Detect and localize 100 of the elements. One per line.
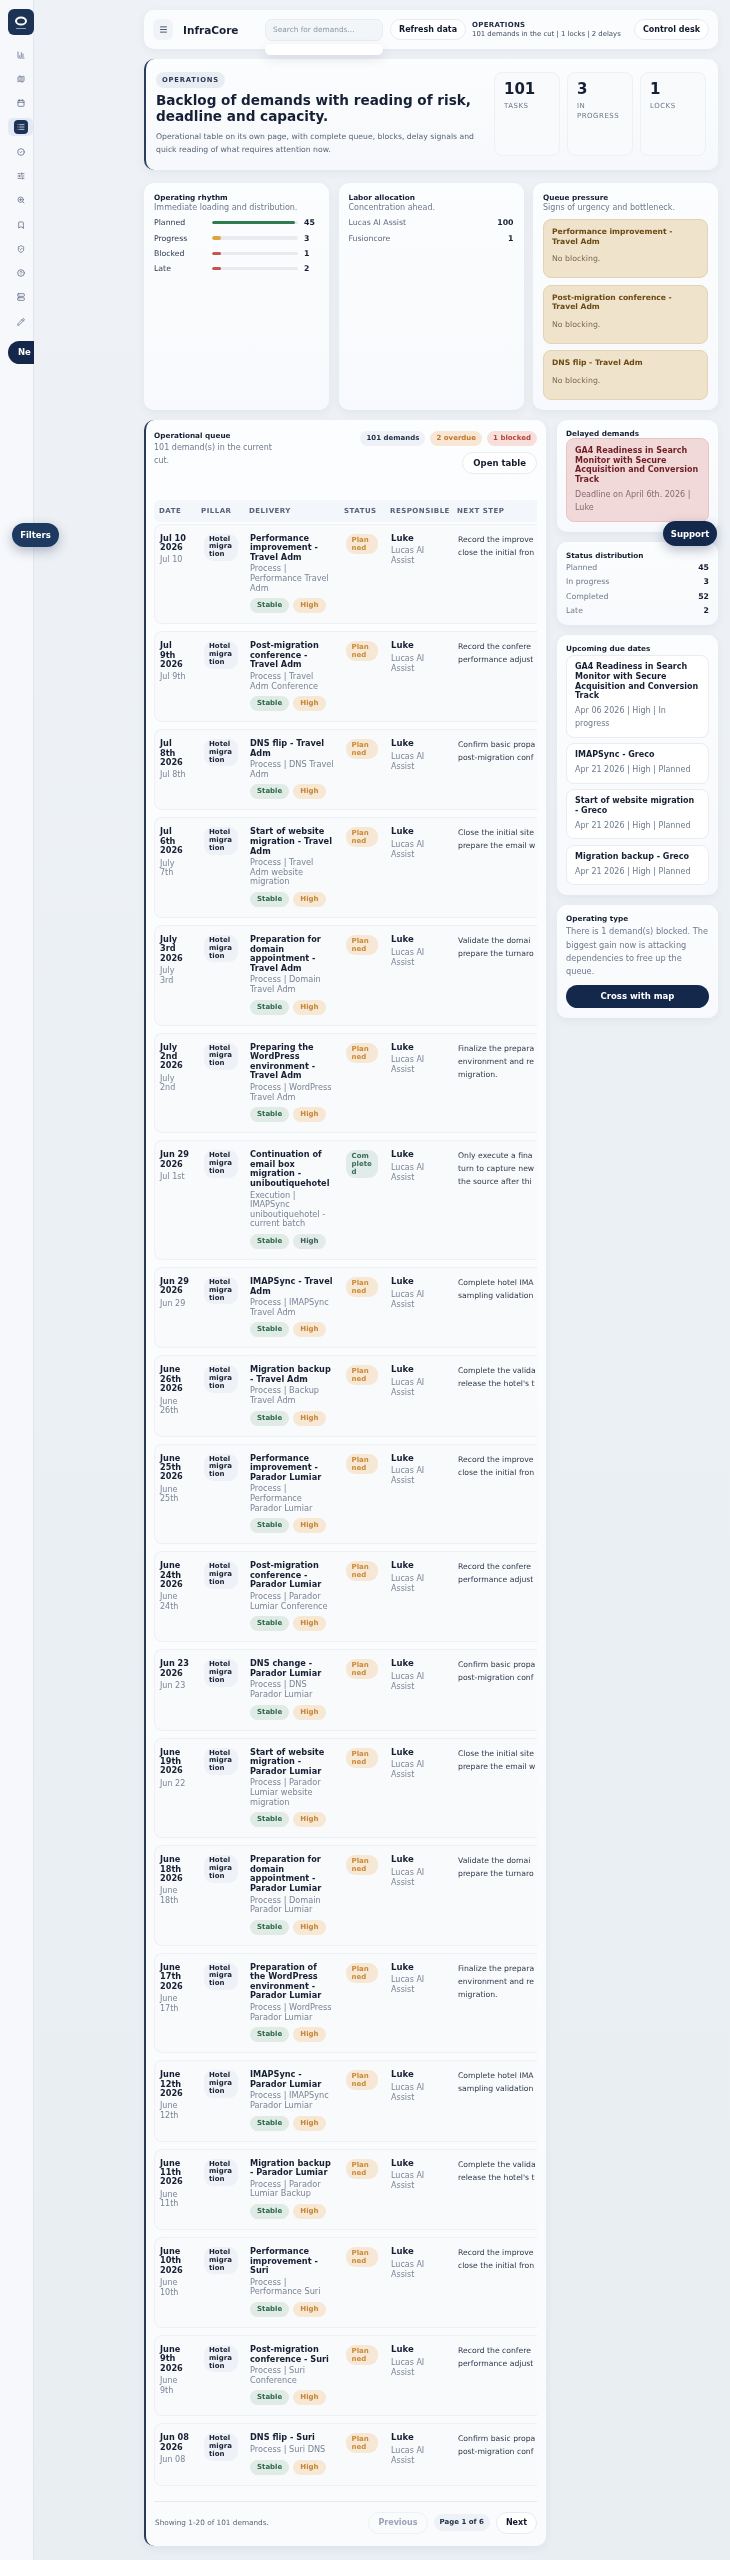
delayed-meta: Deadline on April 6th. 2026 | Luke xyxy=(575,488,692,515)
due-date: July 3rd 2026 xyxy=(160,935,184,964)
date-note: Jun 29 xyxy=(160,1298,186,1309)
pencil-icon xyxy=(16,317,25,326)
owner-name: Luke xyxy=(391,1659,414,1669)
team-name: Lucas AI Assist xyxy=(391,1867,426,1888)
due-title: Migration backup - Greco xyxy=(575,851,690,862)
due-date: June 12th 2026 xyxy=(160,2070,184,2099)
delivery-detail: Process | Domain Parador Lumiar xyxy=(250,1895,322,1915)
team-name: Lucas AI Assist xyxy=(391,1574,426,1594)
open-table-button[interactable]: Open table xyxy=(462,452,537,475)
filters-button[interactable]: Filters xyxy=(12,523,59,547)
new-button[interactable]: Ne xyxy=(8,340,34,364)
delivery-title: Migration backup - Travel Adm xyxy=(250,1365,332,1385)
owner-name: Luke xyxy=(391,1453,414,1464)
delivery-detail: Execution | IMAPSync uniboutiquehotel - current batch xyxy=(250,1190,327,1229)
delivery-title: Post-migration conference - Parador Lumiar xyxy=(250,1561,323,1590)
delivery-title: Start of website migration - Travel Adm xyxy=(250,827,333,857)
team-name: Lucas AI Assist xyxy=(391,2446,426,2466)
delivery-detail: Process | Travel Adm Conference xyxy=(250,671,320,692)
date-note: June 17th xyxy=(160,1993,180,2014)
map-icon xyxy=(16,74,25,83)
due-meta: Apr 21 2026 | High | Planned xyxy=(575,819,692,832)
due-date: Jun 29 2026 xyxy=(160,1150,190,1169)
support-button[interactable]: Support xyxy=(663,521,717,546)
next-button[interactable]: Next xyxy=(495,2511,537,2534)
team-name: Lucas AI Assist xyxy=(391,1055,426,1075)
team-name: Lucas AI Assist xyxy=(391,2357,426,2378)
stat-value: 101 xyxy=(504,81,537,98)
due-date: Jul 9th 2026 xyxy=(160,641,184,670)
delivery-title: Preparation of the WordPress environment - Parador Lumiar xyxy=(250,1962,323,2002)
refresh-button[interactable]: Refresh data xyxy=(390,19,467,40)
owner-name: Luke xyxy=(391,641,414,651)
owner-name: Luke xyxy=(391,1962,414,1973)
panel-subtitle: 101 demand(s) in the current cut. xyxy=(154,442,273,468)
delivery-title: Performance improvement - Travel Adm xyxy=(250,533,319,563)
owner-name: Luke xyxy=(391,739,414,749)
date-note: June 25th xyxy=(160,1484,180,1505)
team-name: Lucas AI Assist xyxy=(391,546,426,566)
owner-name: Luke xyxy=(391,935,414,945)
delivery-title: Preparation for domain appointment - Travel Adm xyxy=(250,935,322,974)
owner-name: Luke xyxy=(391,1747,414,1758)
due-date: June 24th 2026 xyxy=(160,1561,184,1590)
team-name: Lucas AI Assist xyxy=(391,751,426,772)
owner-name: Luke xyxy=(391,2344,414,2355)
team-name: Lucas AI Assist xyxy=(391,2083,426,2103)
shield-check-icon xyxy=(16,244,25,253)
delivery-detail: Process | Backup Travel Adm xyxy=(250,1386,321,1406)
due-date: June 9th 2026 xyxy=(160,2344,184,2374)
delivery-title: Performance improvement - Suri xyxy=(250,2247,319,2276)
delivery-detail: Process | Parador Lumiar Backup xyxy=(250,2179,322,2199)
delivery-detail: Process | Parador Lumiar website migration xyxy=(250,1778,322,1808)
page-heading: Backlog of demands with reading of risk, deadline and capacity. xyxy=(156,93,472,125)
due-date: Jun 29 2026 xyxy=(160,1276,190,1296)
card-subtitle: Immediate loading and distribution. xyxy=(154,202,299,214)
owner-name: Luke xyxy=(391,2158,414,2169)
date-note: Jun 22 xyxy=(160,1778,186,1789)
date-note: Jul 8th xyxy=(160,770,186,780)
delivery-title: Start of website migration - Parador Lumiar xyxy=(250,1747,326,1777)
delivery-title: Preparing the WordPress environment - Travel Adm xyxy=(250,1042,317,1081)
due-date: June 25th 2026 xyxy=(160,1453,184,1482)
team-name: Lucas AI Assist xyxy=(391,840,426,860)
sidebar-item[interactable] xyxy=(8,118,33,137)
delivery-detail: Process | WordPress Travel Adm xyxy=(250,1082,333,1103)
owner-name: Luke xyxy=(391,827,414,838)
due-date: Jun 08 2026 xyxy=(160,2433,190,2453)
delivery-title: Preparation for domain appointment - Parador Lumiar xyxy=(250,1855,323,1894)
owner-name: Luke xyxy=(391,1561,414,1571)
team-name: Lucas AI Assist xyxy=(391,2259,426,2280)
team-name: Lucas AI Assist xyxy=(391,1378,426,1398)
delivery-detail: Process | Parador Lumiar Conference xyxy=(250,1592,329,1612)
date-note: June 24th xyxy=(160,1592,180,1612)
date-note: June 18th xyxy=(160,1886,180,1906)
delayed-title: GA4 Readiness in Search Monitor with Secure Acquisition and Conversion Track xyxy=(575,446,699,485)
delivery-title: DNS flip - Travel Adm xyxy=(250,739,326,759)
delivery-detail: Process | DNS Travel Adm xyxy=(250,760,334,780)
due-date: Jul 6th 2026 xyxy=(160,827,184,856)
delivery-title: IMAPSync - Parador Lumiar xyxy=(250,2070,323,2090)
menu-button[interactable] xyxy=(153,19,173,40)
delivery-title: Continuation of email box migration - uniboutiquehotel xyxy=(250,1150,331,1189)
menu-icon xyxy=(158,25,168,34)
due-title: IMAPSync - Greco xyxy=(575,750,656,760)
owner-name: Luke xyxy=(391,2433,414,2444)
control-desk-button[interactable]: Control desk xyxy=(633,19,709,40)
cross-map-button[interactable]: Cross with map xyxy=(566,985,709,1008)
due-title: GA4 Readiness in Search Monitor with Secure Acquisition and Conversion Track xyxy=(575,662,699,702)
delivery-title: Post-migration conference - Travel Adm xyxy=(250,641,320,670)
owner-name: Luke xyxy=(391,533,414,544)
delivery-title: Migration backup - Parador Lumiar xyxy=(250,2158,332,2178)
owner-name: Luke xyxy=(391,2070,414,2081)
date-note: June 9th xyxy=(160,2376,179,2396)
due-date: June 18th 2026 xyxy=(160,1855,184,1884)
delivery-detail: Process | DNS Parador Lumiar xyxy=(250,1680,314,1700)
owner-name: Luke xyxy=(391,1276,414,1287)
date-note: Jul 10 xyxy=(160,555,183,565)
due-date: June 17th 2026 xyxy=(160,1962,184,1991)
card-subtitle: Signs of urgency and bottleneck. xyxy=(543,202,676,214)
delivery-detail: Process | Performance Parador Lumiar xyxy=(250,1484,314,1514)
delivery-detail: Process | Performance Travel Adm xyxy=(250,564,330,594)
bookmark-icon xyxy=(16,220,25,229)
